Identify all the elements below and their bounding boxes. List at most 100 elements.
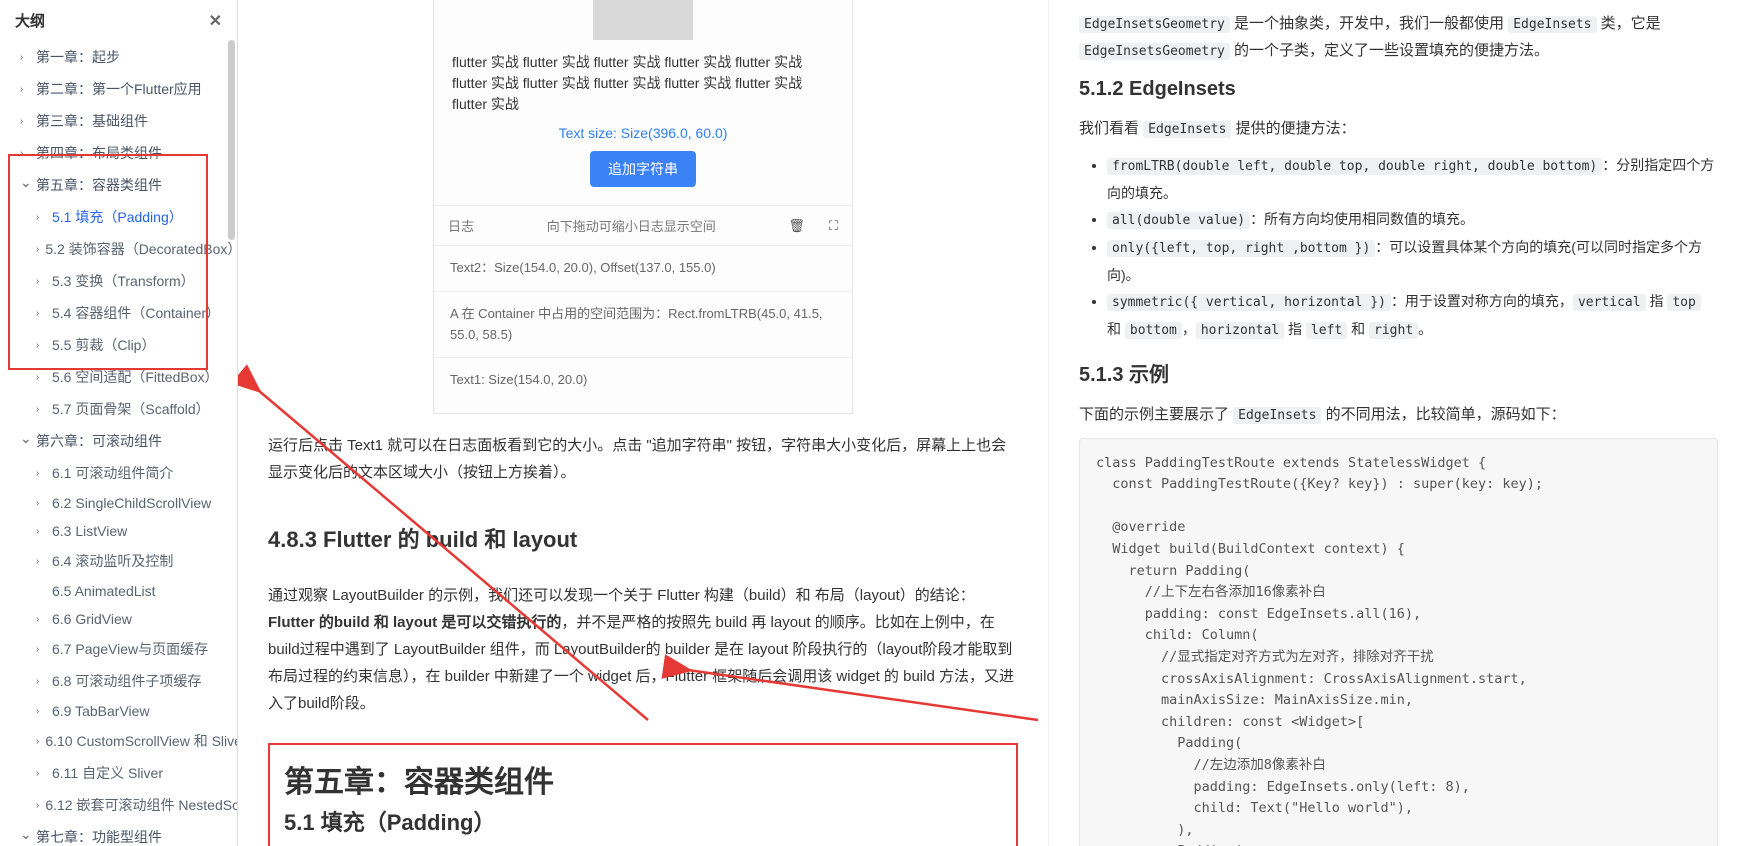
sidebar-section[interactable]: 6.12 嵌套可滚动组件 NestedScrollView xyxy=(0,789,237,821)
sidebar-chapter[interactable]: 第一章：起步 xyxy=(0,41,237,73)
sidebar-section[interactable]: 6.1 可滚动组件简介 xyxy=(0,457,237,489)
chevron-icon xyxy=(36,526,46,537)
gray-placeholder xyxy=(593,0,693,40)
sidebar-section[interactable]: 5.7 页面骨架（Scaffold） xyxy=(0,393,237,425)
sidebar-item-label: 5.5 剪裁（Clip） xyxy=(52,335,155,355)
text-size-label: Text size: Size(396.0, 60.0) xyxy=(452,125,834,141)
log-toolbar: 日志 向下拖动可缩小日志显示空间 🗑 ⛶ xyxy=(434,205,852,246)
article-left: flutter 实战 flutter 实战 flutter 实战 flutter… xyxy=(238,0,1048,846)
sidebar-section[interactable]: 5.3 变换（Transform） xyxy=(0,265,237,297)
sidebar-item-label: 5.6 空间适配（FittedBox） xyxy=(52,367,219,387)
paragraph: 通过观察 LayoutBuilder 的示例，我们还可以发现一个关于 Flutt… xyxy=(268,582,1018,717)
sidebar-chapter[interactable]: 第三章：基础组件 xyxy=(0,105,237,137)
sidebar-chapter[interactable]: 第七章：功能型组件 xyxy=(0,821,237,846)
sidebar-section[interactable]: 5.5 剪裁（Clip） xyxy=(0,329,237,361)
chevron-icon xyxy=(20,435,30,448)
sidebar-item-label: 5.1 填充（Padding） xyxy=(52,207,183,227)
chevron-icon xyxy=(36,498,46,509)
code-block: class PaddingTestRoute extends Stateless… xyxy=(1079,438,1718,846)
sidebar-item-label: 第一章：起步 xyxy=(36,47,120,67)
trash-icon[interactable]: 🗑 xyxy=(788,218,805,234)
chevron-icon xyxy=(36,556,46,567)
sidebar-section[interactable]: 6.7 PageView与页面缓存 xyxy=(0,633,237,665)
main-content: flutter 实战 flutter 实战 flutter 实战 flutter… xyxy=(238,0,1761,846)
chevron-icon xyxy=(36,404,46,415)
sidebar-chapter[interactable]: 第六章：可滚动组件 xyxy=(0,425,237,457)
chevron-icon xyxy=(36,468,46,479)
sidebar-section[interactable]: 5.2 装饰容器（DecoratedBox） xyxy=(0,233,237,265)
chevron-icon xyxy=(36,340,46,351)
chevron-icon xyxy=(20,179,30,192)
close-icon[interactable]: ✕ xyxy=(209,11,222,31)
scrollbar[interactable] xyxy=(228,40,235,240)
phone-mock: flutter 实战 flutter 实战 flutter 实战 flutter… xyxy=(433,0,853,414)
chevron-icon xyxy=(20,84,30,95)
sidebar-item-label: 第二章：第一个Flutter应用 xyxy=(36,79,202,99)
method-list: fromLTRB(double left, double top, double… xyxy=(1079,152,1718,344)
chevron-icon xyxy=(36,372,46,383)
sidebar-item-label: 第六章：可滚动组件 xyxy=(36,431,162,451)
paragraph: 运行后点击 Text1 就可以在日志面板看到它的大小。点击 "追加字符串" 按钮… xyxy=(268,432,1018,486)
sidebar-item-label: 6.2 SingleChildScrollView xyxy=(52,495,211,511)
sidebar-item-label: 5.3 变换（Transform） xyxy=(52,271,195,291)
sidebar-section[interactable]: 5.1 填充（Padding） xyxy=(0,201,237,233)
chevron-icon xyxy=(36,736,39,747)
sidebar-title: 大纲 xyxy=(15,10,45,31)
sidebar-section[interactable]: 6.5 AnimatedList xyxy=(0,577,237,605)
chevron-icon xyxy=(20,116,30,127)
list-item: fromLTRB(double left, double top, double… xyxy=(1107,152,1718,206)
sidebar-item-label: 6.7 PageView与页面缓存 xyxy=(52,639,208,659)
chevron-icon xyxy=(36,800,39,811)
highlight-box-article: 第五章：容器类组件 5.1 填充（Padding） xyxy=(268,743,1018,846)
sidebar-section[interactable]: 6.8 可滚动组件子项缓存 xyxy=(0,665,237,697)
sidebar-item-label: 6.11 自定义 Sliver xyxy=(52,763,163,783)
chevron-icon xyxy=(36,276,46,287)
chevron-icon xyxy=(36,676,46,687)
sidebar-item-label: 第三章：基础组件 xyxy=(36,111,148,131)
paragraph: EdgeInsetsGeometry 是一个抽象类，开发中，我们一般都使用 Ed… xyxy=(1079,10,1718,64)
wrapped-text: flutter 实战 flutter 实战 flutter 实战 flutter… xyxy=(452,52,834,115)
log-hint: 向下拖动可缩小日志显示空间 xyxy=(474,216,788,235)
section-heading-512: 5.1.2 EdgeInsets xyxy=(1079,78,1718,101)
fullscreen-icon[interactable]: ⛶ xyxy=(829,218,838,234)
sidebar-section[interactable]: 6.2 SingleChildScrollView xyxy=(0,489,237,517)
log-label: 日志 xyxy=(448,216,474,235)
list-item: only({left, top, right ,bottom })：可以设置具体… xyxy=(1107,234,1718,288)
sidebar-section[interactable]: 6.10 CustomScrollView 和 Slivers xyxy=(0,725,237,757)
sidebar-chapter[interactable]: 第二章：第一个Flutter应用 xyxy=(0,73,237,105)
sidebar-item-label: 第五章：容器类组件 xyxy=(36,175,162,195)
sidebar-section[interactable]: 5.4 容器组件（Container） xyxy=(0,297,237,329)
log-row: A 在 Container 中占用的空间范围为：Rect.fromLTRB(45… xyxy=(434,292,852,359)
chevron-icon xyxy=(36,308,46,319)
chevron-icon xyxy=(36,768,46,779)
article-right: EdgeInsetsGeometry 是一个抽象类，开发中，我们一般都使用 Ed… xyxy=(1048,0,1748,846)
sidebar-item-label: 6.12 嵌套可滚动组件 NestedScrollView xyxy=(45,795,237,815)
sidebar-chapter[interactable]: 第五章：容器类组件 xyxy=(0,169,237,201)
append-button[interactable]: 追加字符串 xyxy=(590,151,696,187)
sidebar-item-label: 6.5 AnimatedList xyxy=(52,583,156,599)
chevron-icon xyxy=(36,614,46,625)
sidebar-section[interactable]: 6.3 ListView xyxy=(0,517,237,545)
log-row: Text2：Size(154.0, 20.0), Offset(137.0, 1… xyxy=(434,246,852,292)
sidebar-section[interactable]: 5.6 空间适配（FittedBox） xyxy=(0,361,237,393)
chevron-icon xyxy=(20,831,30,844)
sidebar-item-label: 6.6 GridView xyxy=(52,611,132,627)
sidebar-section[interactable]: 6.11 自定义 Sliver xyxy=(0,757,237,789)
paragraph: 我们看看 EdgeInsets 提供的便捷方法： xyxy=(1079,115,1718,142)
sidebar-section[interactable]: 6.9 TabBarView xyxy=(0,697,237,725)
chevron-icon xyxy=(36,706,46,717)
chapter-heading: 第五章：容器类组件 xyxy=(284,757,1002,801)
sidebar-item-label: 5.7 页面骨架（Scaffold） xyxy=(52,399,210,419)
sidebar-item-label: 6.4 滚动监听及控制 xyxy=(52,551,173,571)
log-row: Text1: Size(154.0, 20.0) xyxy=(434,358,852,403)
sidebar-item-label: 6.1 可滚动组件简介 xyxy=(52,463,173,483)
sidebar-item-label: 第七章：功能型组件 xyxy=(36,827,162,846)
sidebar-item-label: 第四章：布局类组件 xyxy=(36,143,162,163)
sidebar-section[interactable]: 6.6 GridView xyxy=(0,605,237,633)
sidebar-item-label: 6.10 CustomScrollView 和 Slivers xyxy=(45,731,237,751)
section-heading-513: 5.1.3 示例 xyxy=(1079,358,1718,387)
chevron-icon xyxy=(36,644,46,655)
sidebar-section[interactable]: 6.4 滚动监听及控制 xyxy=(0,545,237,577)
sidebar-chapter[interactable]: 第四章：布局类组件 xyxy=(0,137,237,169)
paragraph: 下面的示例主要展示了 EdgeInsets 的不同用法，比较简单，源码如下： xyxy=(1079,401,1718,428)
